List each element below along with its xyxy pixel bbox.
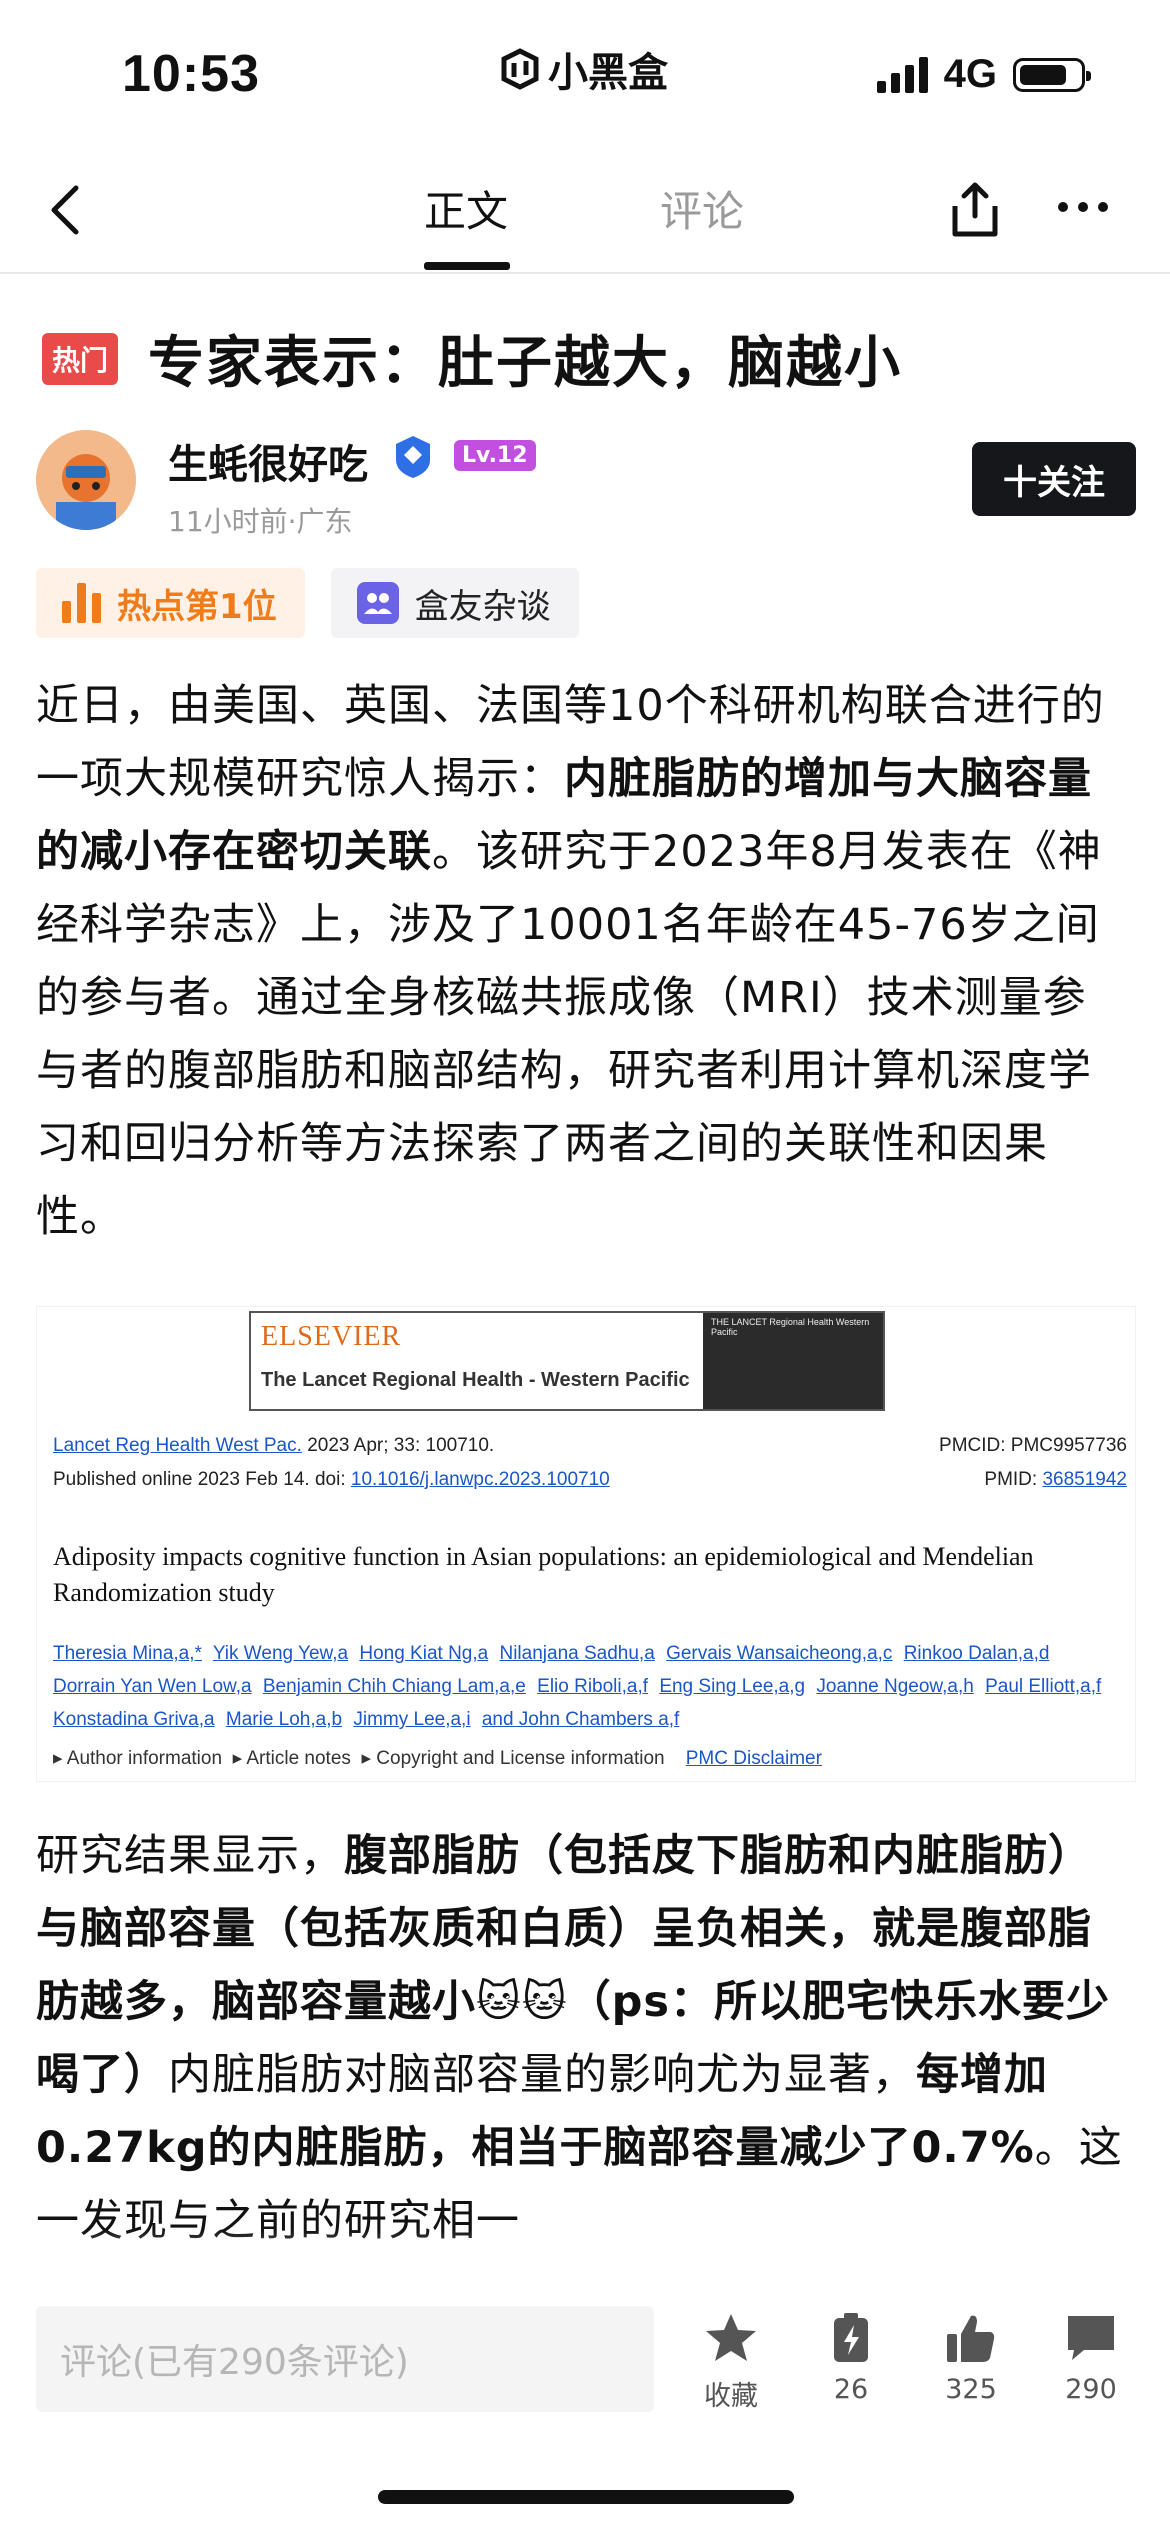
favorite-label: 收藏 <box>704 2381 758 2412</box>
journal-cover-image: THE LANCET Regional Health Western Pacif… <box>703 1313 883 1409</box>
follow-button[interactable]: 十关注 <box>972 442 1136 516</box>
author-link: and John Chambers a,f <box>481 1709 680 1730</box>
article-title: 专家表示：肚子越大，脑越小 <box>148 331 903 396</box>
status-time: 10:53 <box>122 45 260 103</box>
text-run: 。该研究于2023年8月发表在《神经科学杂志》上，涉及了10001名年龄在45-… <box>36 827 1102 1242</box>
footer-item: ▸ Copyright and License information <box>361 1748 665 1769</box>
share-icon[interactable] <box>945 180 1005 240</box>
comment-count-button[interactable]: 290 <box>1046 2312 1136 2405</box>
group-icon <box>356 582 399 624</box>
top-nav: 正文 评论 <box>0 150 1170 274</box>
author-link: Joanne Ngeow,a,h <box>816 1676 974 1697</box>
battery-icon <box>1013 57 1091 92</box>
author-name[interactable]: 生蚝很好吃 <box>168 432 368 490</box>
home-indicator[interactable] <box>378 2490 794 2504</box>
journal-header: ELSEVIER The Lancet Regional Health - We… <box>249 1311 885 1411</box>
author-link: Paul Elliott,a,f <box>985 1676 1102 1697</box>
author-link: Konstadina Griva,a <box>53 1709 215 1730</box>
topic-label: 盒友杂谈 <box>414 586 551 627</box>
charge-count: 26 <box>833 2374 869 2405</box>
author-link: Nilanjana Sadhu,a <box>499 1643 655 1664</box>
pmid-link: 36851942 <box>1042 1469 1127 1490</box>
footer-item: ▸ Author information <box>53 1748 223 1769</box>
paper-authors: Theresia Mina,a,* Yik Weng Yew,a Hong Ki… <box>53 1637 1123 1736</box>
post-meta: 11小时前·广东 <box>168 505 353 538</box>
app-name-label: 小黑盒 <box>548 50 668 96</box>
author-link: Theresia Mina,a,* <box>53 1643 202 1664</box>
published-line: Published online 2023 Feb 14. doi: 10.10… <box>53 1469 610 1491</box>
hot-rank-label: 热点第1位 <box>117 586 277 627</box>
comment-icon <box>1068 2316 1114 2360</box>
journal-logo-text: THE LANCET Regional Health Western Pacif… <box>711 1317 870 1337</box>
citation-line: Lancet Reg Health West Pac. 2023 Apr; 33… <box>53 1435 494 1457</box>
paper-footer-links: ▸ Author information ▸ Article notes ▸ C… <box>53 1747 822 1770</box>
doi-link: 10.1016/j.lanwpc.2023.100710 <box>350 1469 610 1490</box>
pmid-line: PMID: 36851942 <box>984 1469 1127 1491</box>
tab-article[interactable]: 正文 <box>424 178 508 239</box>
topic-tag[interactable]: 盒友杂谈 <box>330 568 579 638</box>
author-row: 生蚝很好吃 Lv.12 11小时前·广东 十关注 <box>36 430 1136 540</box>
status-bar: 10:53 小黑盒 4G <box>0 0 1170 150</box>
network-label: 4G <box>943 52 997 96</box>
published-prefix: Published online 2023 Feb 14. doi: <box>53 1469 346 1490</box>
author-link: Jimmy Lee,a,i <box>353 1709 471 1730</box>
like-count: 325 <box>945 2374 997 2405</box>
footer-item: ▸ Article notes <box>232 1748 351 1769</box>
publisher-name: ELSEVIER <box>261 1321 402 1352</box>
status-app-name: 小黑盒 <box>500 40 668 98</box>
avatar[interactable] <box>36 430 136 530</box>
level-badge: Lv.12 <box>454 440 536 471</box>
cat-emoji: 🐱🐱 <box>476 1977 568 2027</box>
content-fade <box>0 2230 1170 2290</box>
pmid-label: PMID: <box>984 1469 1038 1490</box>
active-tab-indicator <box>424 262 510 270</box>
tags-row: 热点第1位 盒友杂谈 <box>36 568 579 638</box>
author-link: Hong Kiat Ng,a <box>359 1643 489 1664</box>
bottom-action-bar: 评论(已有290条评论) 收藏 26 325 290 <box>0 2290 1170 2440</box>
hot-rank-tag[interactable]: 热点第1位 <box>36 568 305 638</box>
like-button[interactable]: 325 <box>926 2312 1016 2405</box>
favorite-button[interactable]: 收藏 <box>686 2312 776 2413</box>
comment-input[interactable]: 评论(已有290条评论) <box>36 2306 654 2412</box>
text-run: 研究结果显示， <box>36 1831 344 1881</box>
article-title-row: 热门 专家表示：肚子越大，脑越小 <box>42 318 902 399</box>
journal-link: Lancet Reg Health West Pac. <box>53 1435 302 1456</box>
charge-button[interactable]: 26 <box>806 2312 896 2405</box>
pmcid: PMCID: PMC9957736 <box>939 1435 1127 1456</box>
author-link: Yik Weng Yew,a <box>212 1643 349 1664</box>
citation-detail: 2023 Apr; 33: 100710. <box>307 1435 495 1456</box>
author-link: Gervais Wansaicheong,a,c <box>666 1643 893 1664</box>
footer-item: PMC Disclaimer <box>685 1748 822 1769</box>
app-logo-icon <box>501 48 539 90</box>
more-icon[interactable] <box>1058 202 1108 212</box>
thumbs-up-icon <box>947 2315 995 2362</box>
author-link: Marie Loh,a,b <box>225 1709 343 1730</box>
charge-icon <box>834 2313 868 2362</box>
signal-icon <box>876 56 928 93</box>
tab-comments[interactable]: 评论 <box>660 178 744 239</box>
bar-chart-icon <box>62 583 101 623</box>
paper-screenshot[interactable]: ELSEVIER The Lancet Regional Health - We… <box>36 1306 1136 1782</box>
article-paragraph-1: 近日，由美国、英国、法国等10个科研机构联合进行的一项大规模研究惊人揭示：内脏脂… <box>36 670 1126 1254</box>
author-link: Dorrain Yan Wen Low,a <box>53 1676 252 1697</box>
status-right: 4G <box>876 52 1091 97</box>
paper-title: Adiposity impacts cognitive function in … <box>53 1542 1034 1607</box>
author-link: Elio Riboli,a,f <box>537 1676 649 1697</box>
article-paragraph-2: 研究结果显示，腹部脂肪（包括皮下脂肪和内脏脂肪）与脑部容量（包括灰质和白质）呈负… <box>36 1820 1126 2258</box>
verified-badge-icon <box>396 436 430 478</box>
journal-name: The Lancet Regional Health - Western Pac… <box>261 1369 690 1391</box>
back-icon[interactable] <box>42 180 92 240</box>
author-link: Eng Sing Lee,a,g <box>659 1676 806 1697</box>
author-link: Benjamin Chih Chiang Lam,a,e <box>262 1676 526 1697</box>
star-icon <box>706 2314 756 2361</box>
text-run: 内脏脂肪对脑部容量的影响尤为显著， <box>168 2050 916 2100</box>
hot-badge: 热门 <box>42 332 119 385</box>
author-link: Rinkoo Dalan,a,d <box>903 1643 1050 1664</box>
comment-count: 290 <box>1065 2374 1117 2405</box>
